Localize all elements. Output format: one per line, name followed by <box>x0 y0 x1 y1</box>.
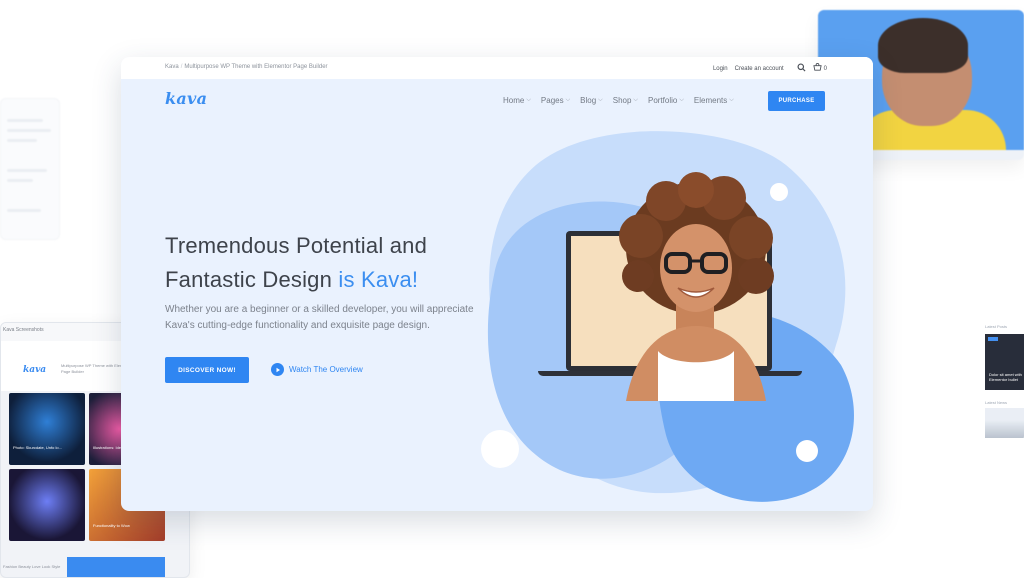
preview-footer: Fashion Beauty Love Look Style <box>3 564 61 569</box>
hero-title-accent: is Kava! <box>338 267 419 292</box>
background-preview-left-top <box>0 98 60 240</box>
cart-button[interactable]: 0 <box>813 63 827 74</box>
preview-person-hair <box>878 18 968 73</box>
menu-item-label: Elements <box>693 96 728 105</box>
breadcrumb-page: Multipurpose WP Theme with Elementor Pag… <box>184 64 328 70</box>
preview-blue-button <box>67 557 165 577</box>
site-logo[interactable]: kava <box>165 89 207 108</box>
preview-post-image: Dolor sit amet with Elementor bullet <box>985 334 1024 390</box>
chevron-down-icon: ⌵ <box>598 97 603 103</box>
play-icon <box>271 363 284 376</box>
breadcrumb-separator: / <box>180 64 183 70</box>
menu-item-blog[interactable]: Blog ⌵ <box>580 96 603 105</box>
watch-overview-label: Watch The Overview <box>289 365 363 374</box>
main-menu: Home ⌵ Pages ⌵ Blog ⌵ Shop ⌵ Portfolio ⌵ Elem… <box>503 96 734 105</box>
menu-item-pages[interactable]: Pages ⌵ <box>541 96 570 105</box>
preview-caption: Photo: Skurcdate, Unfo lo... <box>13 445 62 450</box>
chevron-down-icon: ⌵ <box>729 97 734 103</box>
menu-item-elements[interactable]: Elements ⌵ <box>694 96 734 105</box>
main-navbar: kava Home ⌵ Pages ⌵ Blog ⌵ Shop ⌵ Portfolio ⌵… <box>121 79 873 125</box>
menu-item-shop[interactable]: Shop ⌵ <box>613 96 638 105</box>
preview-caption: Functionality to Wow <box>93 523 130 528</box>
cart-count: 0 <box>823 65 827 72</box>
discover-now-button[interactable]: DISCOVER NOW! <box>165 357 249 383</box>
cart-icon <box>813 63 822 74</box>
hero-title-line-1: Tremendous Potential and <box>165 233 428 258</box>
chevron-down-icon: ⌵ <box>526 97 531 103</box>
background-preview-right-mid: Latest Posts Dolor sit amet with Element… <box>983 322 1024 442</box>
search-icon[interactable] <box>797 63 806 74</box>
menu-item-home[interactable]: Home ⌵ <box>503 96 531 105</box>
main-website-window: Kava / Multipurpose WP Theme with Elemento… <box>121 57 873 511</box>
deco-circle <box>481 430 519 468</box>
hero-title: Tremendous Potential and Fantastic Desig… <box>165 229 427 297</box>
top-utility-bar: Kava / Multipurpose WP Theme with Elemento… <box>121 57 873 79</box>
hero-title-line-2: Fantastic Design is Kava! <box>165 263 427 297</box>
hero-title-prefix: Fantastic Design <box>165 267 339 292</box>
preview-label: Latest Posts <box>985 324 1008 329</box>
woman-portrait-illustration <box>619 172 774 401</box>
preview-badge <box>988 337 998 341</box>
preview-image-1: Photo: Skurcdate, Unfo lo... <box>9 393 85 465</box>
preview-post-caption: Dolor sit amet with Elementor bullet <box>989 372 1022 382</box>
preview-logo: kava <box>23 365 47 375</box>
menu-item-label: Shop <box>612 96 632 105</box>
preview-news-image <box>985 408 1024 438</box>
purchase-button[interactable]: PURCHASE <box>768 91 825 111</box>
menu-item-label: Pages <box>540 96 564 105</box>
chevron-down-icon: ⌵ <box>679 97 684 103</box>
preview-label: Latest News <box>985 400 1008 405</box>
menu-item-label: Blog <box>580 96 597 105</box>
create-account-link[interactable]: Create an account <box>735 66 784 72</box>
preview-image-3 <box>9 469 85 541</box>
deco-circle <box>796 440 818 462</box>
account-links: Login Create an account 0 <box>713 63 827 74</box>
breadcrumb-site[interactable]: Kava <box>165 64 179 70</box>
menu-item-label: Portfolio <box>647 96 678 105</box>
preview-title: Kava Screenshots <box>3 327 44 333</box>
hero-subtitle: Whether you are a beginner or a skilled … <box>165 304 474 331</box>
menu-item-portfolio[interactable]: Portfolio ⌵ <box>648 96 684 105</box>
breadcrumb: Kava / Multipurpose WP Theme with Elemento… <box>165 64 328 70</box>
watch-overview-link[interactable]: Watch The Overview <box>271 363 363 376</box>
chevron-down-icon: ⌵ <box>565 97 571 103</box>
chevron-down-icon: ⌵ <box>633 97 638 103</box>
menu-item-label: Home <box>503 96 525 105</box>
login-link[interactable]: Login <box>713 66 728 72</box>
